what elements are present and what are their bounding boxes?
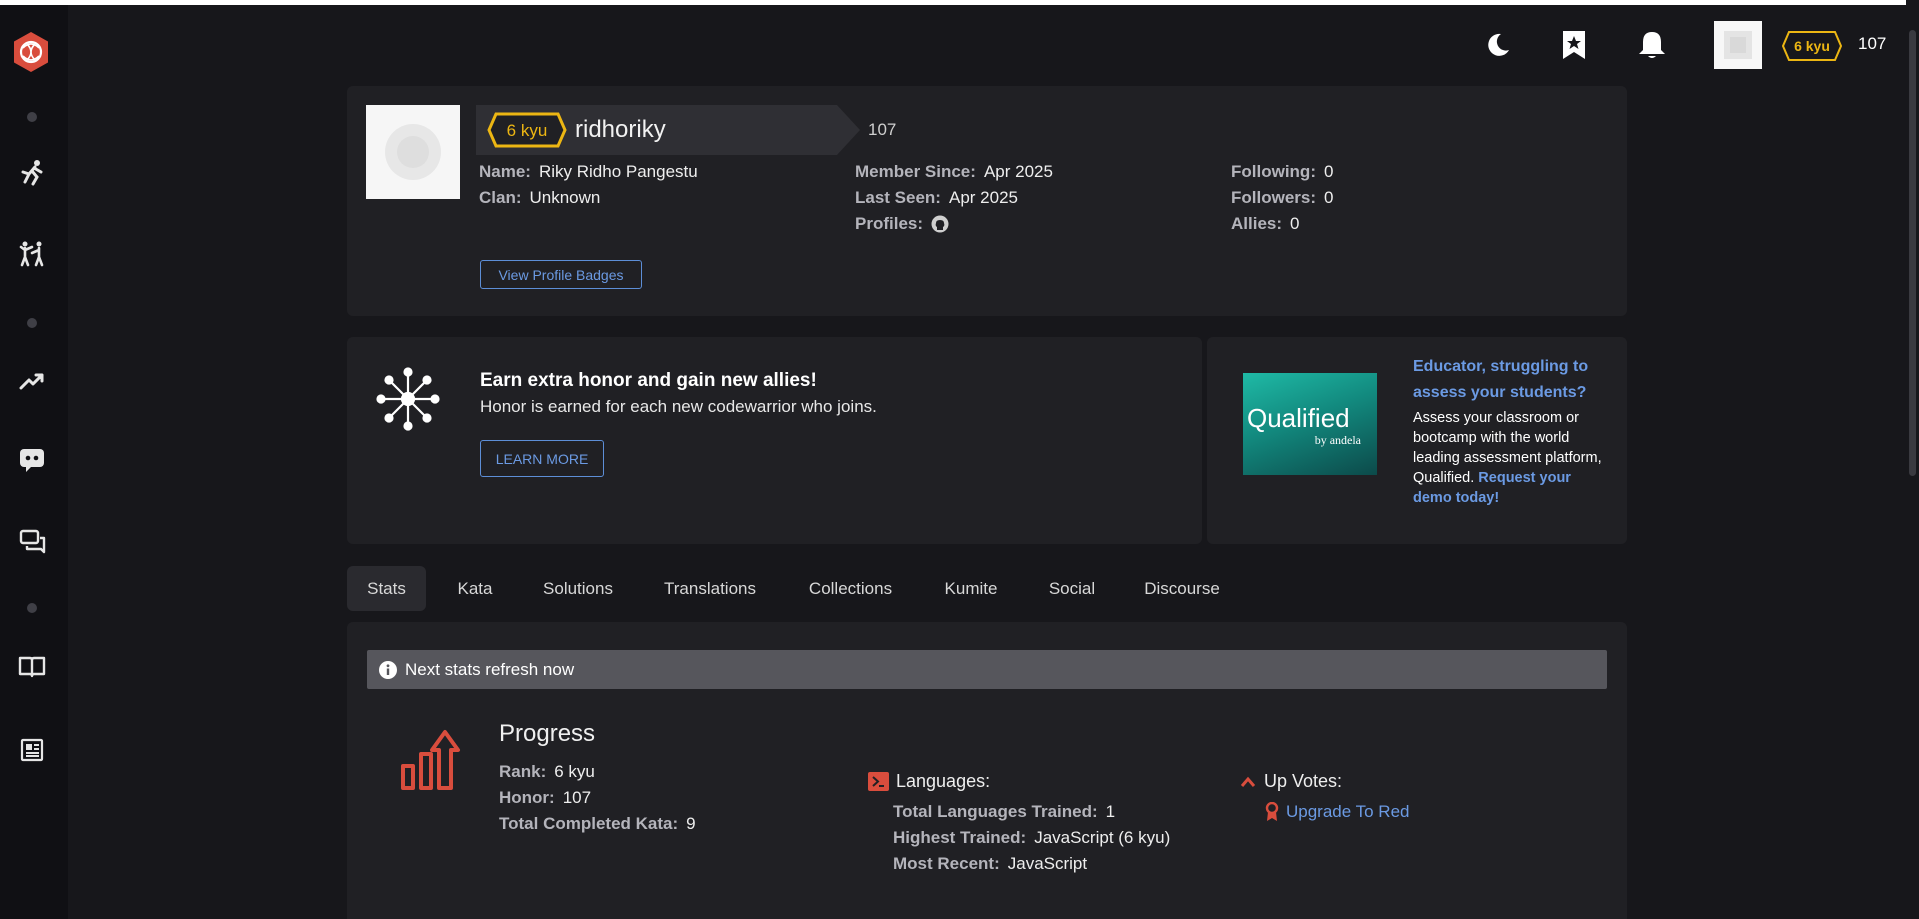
notifications-button[interactable] [1635,28,1669,62]
stat-rank-row: Rank: 6 kyu [499,762,595,781]
total-languages-row: Total Languages Trained: 1 [893,802,1116,821]
sidebar-item-docs[interactable] [14,648,50,684]
tab-stats[interactable]: Stats [347,566,426,611]
member-since-row: Member Since: Apr 2025 [855,162,1053,181]
sidebar-item-leaderboards[interactable] [14,363,50,399]
training-figure-icon [21,160,43,186]
svg-text:6 kyu: 6 kyu [507,121,548,140]
page-scrollbar-track[interactable] [1906,0,1919,919]
terminal-icon [868,772,889,791]
info-icon [379,660,397,679]
bookmark-star-icon [1563,31,1585,59]
fighting-figures-icon [19,241,44,267]
newspaper-icon [20,738,44,762]
upgrade-row: Upgrade To Red [1265,802,1410,822]
sidebar-item-practice[interactable] [14,236,50,272]
chevron-up-icon [1240,776,1256,787]
stats-panel: Next stats refresh now Progress Rank: 6 k… [347,622,1627,919]
sidebar-separator-dot [27,112,37,122]
user-avatar-menu[interactable] [1714,21,1762,69]
theme-toggle-button[interactable] [1480,28,1514,62]
ad-headline[interactable]: Educator, struggling to assess your stud… [1413,354,1609,406]
topbar-rank-badge: 6 kyu [1782,31,1842,61]
profile-card: 6 kyu ridhoriky 107 Name: Riky Ridho Pang… [347,86,1627,316]
sidebar-item-forum[interactable] [14,523,50,559]
tab-translations[interactable]: Translations [645,566,775,611]
referral-promo-card: Earn extra honor and gain new allies! Ho… [347,337,1202,544]
chat-bubbles-icon [19,529,46,554]
window-top-edge [0,0,1919,5]
sidebar [0,5,68,919]
bookmarks-button[interactable] [1557,28,1591,62]
tab-kumite[interactable]: Kumite [930,566,1012,611]
last-seen-row: Last Seen: Apr 2025 [855,188,1018,207]
trending-up-icon [19,373,44,390]
moon-icon [1488,33,1509,56]
open-book-icon [18,656,46,678]
avatar-image [1714,21,1762,69]
progress-chart-icon [401,730,460,790]
bell-icon [1639,32,1665,58]
tab-kata[interactable]: Kata [438,566,512,611]
profile-clan-row: Clan: Unknown [479,188,601,207]
learn-more-button[interactable]: LEARN MORE [480,440,604,477]
tab-discourse[interactable]: Discourse [1134,566,1230,611]
profile-rank-badge: 6 kyu [487,112,567,148]
promo-text: Honor is earned for each new codewarrior… [480,397,877,416]
following-row: Following: 0 [1231,162,1334,181]
codewars-logo-icon[interactable] [9,30,53,74]
sidebar-item-chat[interactable] [14,442,50,478]
ad-body: Assess your classroom or bootcamp with t… [1413,410,1602,506]
profile-name-row: Name: Riky Ridho Pangestu [479,162,698,181]
sidebar-item-blog[interactable] [14,732,50,768]
languages-header: Languages: [868,771,990,792]
profiles-row: Profiles: [855,214,949,234]
view-profile-badges-button[interactable]: View Profile Badges [480,260,642,289]
profile-username: ridhoriky [575,116,666,143]
stat-honor-row: Honor: 107 [499,788,592,807]
qualified-logo[interactable]: Qualified by andela [1243,373,1377,475]
progress-title: Progress [499,720,596,747]
followers-row: Followers: 0 [1231,188,1334,207]
sidebar-separator-dot [27,603,37,613]
avatar-image [366,105,460,199]
sidebar-item-training[interactable] [14,155,50,191]
profile-honor: 107 [868,120,897,139]
most-recent-row: Most Recent: JavaScript [893,854,1088,873]
highest-trained-row: Highest Trained: JavaScript (6 kyu) [893,828,1171,847]
award-ribbon-icon [1265,802,1279,821]
promo-title: Earn extra honor and gain new allies! [480,370,817,391]
topbar-honor: 107 [1858,34,1887,53]
profile-avatar [366,105,460,199]
network-burst-icon [376,367,440,431]
allies-row: Allies: 0 [1231,214,1300,233]
discord-icon [20,449,44,472]
github-icon[interactable] [931,215,949,233]
page-scrollbar-thumb[interactable] [1909,30,1916,476]
stat-completed-row: Total Completed Kata: 9 [499,814,696,833]
sidebar-separator-dot [27,318,37,328]
tab-social[interactable]: Social [1035,566,1109,611]
upvotes-header: Up Votes: [1240,771,1342,792]
svg-text:6 kyu: 6 kyu [1794,38,1830,54]
upgrade-to-red-link[interactable]: Upgrade To Red [1286,802,1410,822]
tab-solutions[interactable]: Solutions [525,566,631,611]
qualified-ad-card: Qualified by andela Educator, struggling… [1207,337,1627,544]
tab-collections[interactable]: Collections [793,566,908,611]
stats-refresh-notice: Next stats refresh now [367,650,1607,689]
